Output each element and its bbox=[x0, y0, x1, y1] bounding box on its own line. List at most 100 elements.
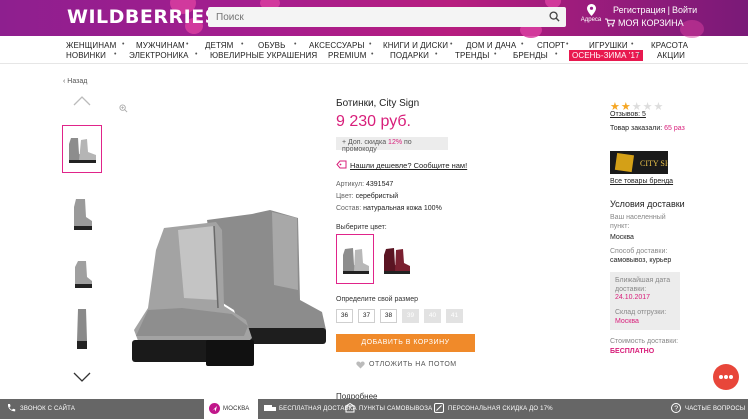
search-input[interactable] bbox=[208, 7, 538, 27]
register-link[interactable]: Регистрация bbox=[613, 5, 666, 15]
footer-discount[interactable]: ПЕРСОНАЛЬНАЯ СКИДКА ДО 17% bbox=[434, 399, 554, 419]
ordered-label: Товар заказали: bbox=[610, 125, 663, 132]
footer-free-delivery[interactable]: БЕСПЛАТНАЯ ДОСТАВКА bbox=[262, 399, 356, 419]
chevron-up-icon[interactable] bbox=[73, 96, 91, 106]
footer-discount-label: ПЕРСОНАЛЬНАЯ СКИДКА ДО 17% bbox=[448, 406, 553, 412]
delivery-title: Условия доставки bbox=[610, 199, 685, 209]
date-label-line-1: Ближайшая дата bbox=[615, 277, 671, 284]
nav-bullet: • bbox=[122, 41, 125, 48]
nav-item-brands[interactable]: БРЕНДЫ bbox=[513, 51, 548, 60]
boot-back-image bbox=[77, 309, 87, 349]
color-option-burgundy[interactable] bbox=[377, 234, 415, 284]
brand-logo[interactable]: CITY SIGN bbox=[610, 151, 679, 174]
spec-article-value: 4391547 bbox=[366, 181, 394, 188]
footer-pickup[interactable]: ПУНКТЫ САМОВЫВОЗА bbox=[345, 399, 435, 419]
region-label-line-1: Ваш населенный bbox=[610, 214, 666, 221]
method-label: Способ доставки: bbox=[610, 248, 668, 255]
percent-icon bbox=[434, 403, 444, 413]
boot-side-image bbox=[74, 199, 92, 230]
address-button[interactable]: Адреса bbox=[580, 4, 602, 23]
nav-item-sales[interactable]: АКЦИИ bbox=[657, 51, 685, 60]
chat-button[interactable] bbox=[713, 364, 739, 390]
thumbnail-1[interactable] bbox=[62, 125, 102, 173]
footer-faq-label: ЧАСТЫЕ ВОПРОСЫ bbox=[685, 406, 746, 412]
spec-color-label: Цвет: bbox=[336, 193, 354, 200]
tag-icon bbox=[336, 160, 347, 169]
footer-faq[interactable]: ? ЧАСТЫЕ ВОПРОСЫ bbox=[671, 399, 748, 419]
chevron-down-icon[interactable] bbox=[73, 372, 91, 382]
nav-item-new[interactable]: НОВИНКИ bbox=[66, 51, 106, 60]
nav-item-books[interactable]: КНИГИ И ДИСКИ bbox=[383, 41, 448, 50]
location-arrow-icon bbox=[209, 403, 220, 414]
footer-city[interactable]: МОСКВА bbox=[204, 399, 258, 419]
map-pin-icon bbox=[586, 4, 596, 16]
question-icon: ? bbox=[671, 403, 681, 413]
nav-item-autumn-winter[interactable]: ОСЕНЬ-ЗИМА '17 bbox=[569, 50, 643, 61]
nav-item-home[interactable]: ДОМ И ДАЧА bbox=[466, 41, 516, 50]
svg-text:?: ? bbox=[674, 406, 678, 413]
nav-item-sport[interactable]: СПОРТ bbox=[537, 41, 565, 50]
nav-bullet: • bbox=[308, 51, 311, 58]
nav-item-jewelry[interactable]: ЮВЕЛИРНЫЕ УКРАШЕНИЯ bbox=[210, 51, 317, 60]
nav-bullet: • bbox=[555, 51, 558, 58]
boot-pair-image bbox=[69, 138, 96, 163]
chat-dot bbox=[729, 375, 733, 379]
reviews-link[interactable]: Отзывов: 5 bbox=[610, 111, 646, 118]
nav-bullet: • bbox=[195, 51, 198, 58]
nav-item-premium[interactable]: PREMIUM bbox=[328, 51, 366, 60]
brand-logo-text: CITY SIGN bbox=[640, 159, 668, 168]
login-link[interactable]: Войти bbox=[672, 5, 697, 15]
color-option-silver[interactable] bbox=[336, 234, 374, 284]
footer-callback-label: ЗВОНОК С САЙТА bbox=[20, 406, 76, 412]
product-price: 9 230 руб. bbox=[336, 113, 411, 130]
search-box bbox=[208, 7, 566, 27]
size-37[interactable]: 37 bbox=[358, 309, 375, 323]
nav-item-men[interactable]: МУЖЧИНАМ bbox=[136, 41, 185, 50]
brand-all-link[interactable]: Все товары бренда bbox=[610, 178, 673, 185]
star-empty-icon: ★ bbox=[653, 101, 664, 113]
nav-item-shoes[interactable]: ОБУВЬ bbox=[258, 41, 285, 50]
nav-bullet: • bbox=[566, 41, 569, 48]
delivery-date-box: Ближайшая дата доставки: 24.10.2017 Скла… bbox=[610, 272, 680, 330]
nav-item-accessories[interactable]: АКСЕССУАРЫ bbox=[309, 41, 365, 50]
pickup-point-icon bbox=[345, 403, 355, 413]
nav-item-toys[interactable]: ИГРУШКИ bbox=[589, 41, 628, 50]
divider: | bbox=[667, 5, 670, 15]
cart-icon bbox=[605, 18, 615, 27]
nav-item-women[interactable]: ЖЕНЩИНАМ bbox=[66, 41, 116, 50]
size-39: 39 bbox=[402, 309, 419, 323]
footer-pickup-label: ПУНКТЫ САМОВЫВОЗА bbox=[359, 406, 433, 412]
spec-material-label: Состав: bbox=[336, 205, 362, 212]
thumbnail-3[interactable] bbox=[62, 250, 102, 298]
site-logo[interactable]: WILDBERRIES bbox=[67, 6, 219, 28]
nav-item-electronics[interactable]: ЭЛЕКТРОНИКА bbox=[129, 51, 189, 60]
date-label-line-2: доставки: bbox=[615, 286, 647, 293]
promo-discount[interactable]: + Доп. скидка 12% по промокоду bbox=[336, 137, 448, 153]
nav-item-trends[interactable]: ТРЕНДЫ bbox=[455, 51, 489, 60]
footer-callback[interactable]: ЗВОНОК С САЙТА bbox=[0, 399, 200, 419]
auth-links: Регистрация | Войти bbox=[613, 5, 697, 15]
nav-bullet: • bbox=[631, 41, 634, 48]
footer-bar: ЗВОНОК С САЙТА МОСКВА БЕСПЛАТНАЯ ДОСТАВК… bbox=[0, 399, 748, 419]
region-label-line-2: пункт: bbox=[610, 223, 630, 230]
date-value: 24.10.2017 bbox=[615, 294, 651, 301]
chat-dot bbox=[719, 375, 723, 379]
nav-item-gifts[interactable]: ПОДАРКИ bbox=[390, 51, 429, 60]
thumbnail-4[interactable] bbox=[62, 305, 102, 353]
delivery-cost-label: Стоимость доставки: bbox=[610, 338, 679, 345]
nav-item-beauty[interactable]: КРАСОТА bbox=[651, 41, 688, 50]
back-link[interactable]: ‹ Назад bbox=[63, 78, 87, 85]
cart-link[interactable]: МОЯ КОРЗИНА bbox=[605, 18, 684, 28]
defer-label: ОТЛОЖИТЬ НА ПОТОМ bbox=[369, 361, 457, 368]
thumbnail-2[interactable] bbox=[62, 190, 102, 238]
add-to-cart-button[interactable]: ДОБАВИТЬ В КОРЗИНУ bbox=[336, 334, 475, 352]
zoom-icon[interactable] bbox=[119, 104, 128, 113]
region-value[interactable]: Москва bbox=[610, 234, 634, 241]
product-main-image[interactable] bbox=[122, 190, 330, 370]
size-38[interactable]: 38 bbox=[380, 309, 397, 323]
choose-color-label: Выберите цвет: bbox=[336, 224, 387, 231]
found-cheaper-label: Нашли дешевле? Сообщите нам! bbox=[350, 161, 468, 170]
size-36[interactable]: 36 bbox=[336, 309, 353, 323]
nav-item-kids[interactable]: ДЕТЯМ bbox=[205, 41, 233, 50]
search-icon[interactable] bbox=[549, 11, 560, 22]
